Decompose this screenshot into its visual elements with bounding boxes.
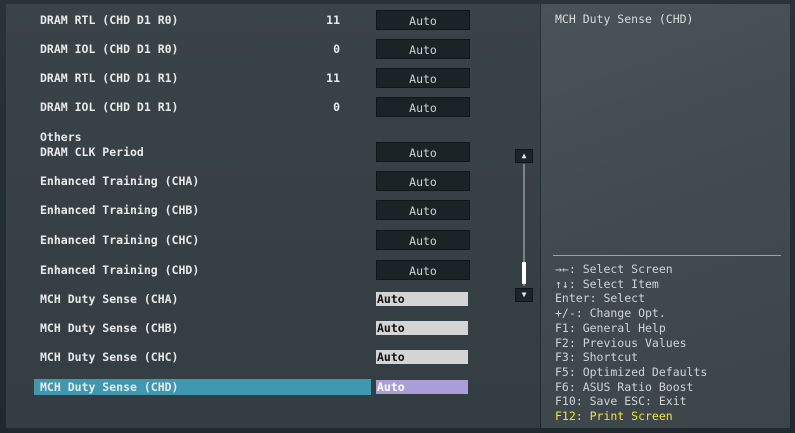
auto-button[interactable]: Auto [376,200,470,220]
key-hint-f6: F6: ASUS Ratio Boost [555,379,694,394]
value-field[interactable]: Auto [376,350,468,364]
setting-row-enhanced-training-chb[interactable]: Enhanced Training (CHB) Auto [6,200,540,220]
scroll-up-icon[interactable]: ▲ [515,149,533,163]
auto-button[interactable]: Auto [376,230,470,250]
setting-row-dram-rtl-chd-d1-r0[interactable]: DRAM RTL (CHD D1 R0) 11 Auto [6,10,540,30]
auto-button[interactable]: Auto [376,260,470,280]
key-hint-f3: F3: Shortcut [555,350,639,365]
setting-label: DRAM RTL (CHD D1 R0) [40,13,179,27]
setting-label: DRAM CLK Period [40,145,144,159]
setting-label: Enhanced Training (CHB) [40,203,200,217]
auto-button[interactable]: Auto [376,39,470,59]
auto-button[interactable]: Auto [376,171,470,191]
key-hint-f2: F2: Previous Values [555,335,687,350]
key-hint-f12: F12: Print Screen [555,409,673,424]
settings-panel: DRAM RTL (CHD D1 R0) 11 Auto DRAM IOL (C… [6,4,540,428]
setting-row-dram-clk-period[interactable]: DRAM CLK Period Auto [6,142,540,162]
setting-label: DRAM RTL (CHD D1 R1) [40,71,179,85]
auto-button[interactable]: Auto [376,97,470,117]
auto-button[interactable]: Auto [376,142,470,162]
key-hint-f1: F1: General Help [555,320,666,335]
setting-label: DRAM IOL (CHD D1 R1) [40,100,179,114]
setting-row-mch-duty-sense-chc[interactable]: MCH Duty Sense (CHC) Auto [6,347,540,367]
key-legend: →←: Select Screen ↑↓: Select Item Enter:… [555,262,707,424]
setting-label: Enhanced Training (CHD) [40,263,200,277]
bios-screen: DRAM RTL (CHD D1 R0) 11 Auto DRAM IOL (C… [0,0,795,433]
setting-row-mch-duty-sense-cha[interactable]: MCH Duty Sense (CHA) Auto [6,289,540,309]
setting-label: MCH Duty Sense (CHB) [40,321,179,335]
key-hint-f5: F5: Optimized Defaults [555,364,708,379]
setting-row-dram-iol-chd-d1-r0[interactable]: DRAM IOL (CHD D1 R0) 0 Auto [6,39,540,59]
setting-row-dram-rtl-chd-d1-r1[interactable]: DRAM RTL (CHD D1 R1) 11 Auto [6,68,540,88]
setting-row-dram-iol-chd-d1-r1[interactable]: DRAM IOL (CHD D1 R1) 0 Auto [6,97,540,117]
setting-current-value: 0 [333,42,340,56]
scroll-down-icon[interactable]: ▼ [515,288,533,302]
key-hint-select-item: ↑↓: Select Item [555,276,659,291]
help-panel: MCH Duty Sense (CHD) →←: Select Screen ↑… [541,4,790,428]
key-hint-select-screen: →←: Select Screen [555,262,673,276]
scrollbar-thumb[interactable] [522,262,526,284]
setting-label: MCH Duty Sense (CHC) [40,350,179,364]
key-hint-change-opt: +/-: Change Opt. [555,306,666,321]
auto-button[interactable]: Auto [376,10,470,30]
help-divider [553,255,781,256]
auto-button[interactable]: Auto [376,68,470,88]
setting-label: MCH Duty Sense (CHD) [40,380,179,394]
value-field[interactable]: Auto [376,380,468,394]
setting-row-mch-duty-sense-chb[interactable]: MCH Duty Sense (CHB) Auto [6,318,540,338]
setting-row-mch-duty-sense-chd[interactable]: MCH Duty Sense (CHD) Auto [6,377,540,397]
key-hint-enter: Enter: Select [555,291,646,306]
setting-current-value: 11 [326,13,340,27]
help-title: MCH Duty Sense (CHD) [555,12,694,26]
setting-current-value: 0 [333,100,340,114]
setting-label: DRAM IOL (CHD D1 R0) [40,42,179,56]
setting-row-enhanced-training-chc[interactable]: Enhanced Training (CHC) Auto [6,230,540,250]
setting-row-enhanced-training-chd[interactable]: Enhanced Training (CHD) Auto [6,260,540,280]
value-field[interactable]: Auto [376,292,468,306]
value-field[interactable]: Auto [376,321,468,335]
key-hint-f10-esc: F10: Save ESC: Exit [555,394,687,409]
setting-label: Enhanced Training (CHC) [40,233,200,247]
setting-label: MCH Duty Sense (CHA) [40,292,179,306]
setting-label: Enhanced Training (CHA) [40,174,200,188]
setting-row-enhanced-training-cha[interactable]: Enhanced Training (CHA) Auto [6,171,540,191]
setting-current-value: 11 [326,71,340,85]
